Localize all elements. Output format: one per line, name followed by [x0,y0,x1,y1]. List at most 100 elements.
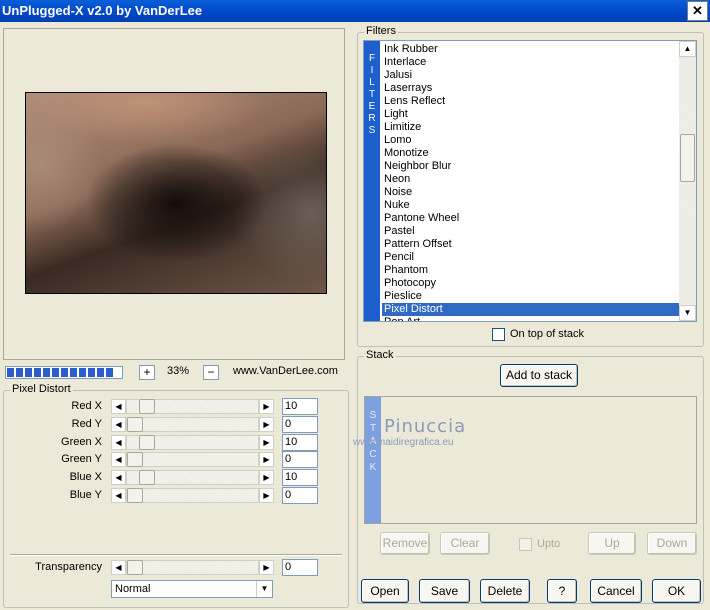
close-button[interactable]: ✕ [687,1,708,21]
filter-list-item[interactable]: Interlace [382,56,679,69]
preview-image[interactable] [25,92,327,294]
red-x-right-arrow-icon[interactable]: ▶ [259,399,274,414]
filter-list-item[interactable]: Neighbor Blur [382,160,679,173]
filter-list-item[interactable]: Pop Art [382,316,679,321]
cancel-button[interactable]: Cancel [590,579,642,603]
zoom-in-button[interactable]: + [139,365,155,380]
blue-x-thumb[interactable] [139,470,155,486]
green-y-left-arrow-icon[interactable]: ◀ [111,452,126,468]
red-x-left-arrow-icon[interactable]: ◀ [111,399,126,414]
watermark-url: www.maidiregrafica.eu [353,437,454,448]
strip-letter: C [369,449,377,460]
open-button[interactable]: Open [361,579,409,603]
progress-segment [97,368,104,377]
down-button[interactable]: Down [647,532,697,555]
blue-y-input[interactable]: 0 [282,487,318,504]
filter-list-item[interactable]: Lens Reflect [382,95,679,108]
filter-list-item[interactable]: Lomo [382,134,679,147]
filter-list-item[interactable]: Neon [382,173,679,186]
red-y-input[interactable]: 0 [282,415,318,433]
blue-x-input[interactable]: 10 [282,469,318,487]
transparency-thumb[interactable] [127,560,143,575]
filters-strip: FILTERS [364,41,380,321]
upto-checkbox[interactable] [519,538,532,551]
strip-letter: I [370,65,374,76]
filter-list-item[interactable]: Pieslice [382,290,679,303]
filter-list-item[interactable]: Photocopy [382,277,679,290]
scroll-thumb[interactable] [680,134,695,182]
red-x-track[interactable] [126,399,259,414]
green-x-input[interactable]: 10 [282,433,318,451]
up-button[interactable]: Up [588,532,636,555]
blue-y-right-arrow-icon[interactable]: ▶ [259,488,274,503]
filter-list-item[interactable]: Pastel [382,225,679,238]
blue-x-left-arrow-icon[interactable]: ◀ [111,470,126,486]
filter-list-item[interactable]: Phantom [382,264,679,277]
filter-list-item[interactable]: Pixel Distort [382,303,679,316]
filter-list-item[interactable]: Jalusi [382,69,679,82]
blend-mode-select[interactable]: Normal ▼ [111,580,273,598]
filter-list-item[interactable]: Laserrays [382,82,679,95]
red-x-input[interactable]: 10 [282,398,318,415]
red-x-thumb[interactable] [139,399,155,414]
filters-scrollbar[interactable]: ▲ ▼ [679,41,696,321]
green-x-left-arrow-icon[interactable]: ◀ [111,434,126,450]
strip-letter: T [368,89,376,100]
green-x-label: Green X [61,435,102,448]
progress-segment [61,368,68,377]
green-y-right-arrow-icon[interactable]: ▶ [259,452,274,468]
strip-letter: L [369,77,375,88]
preview-panel [3,28,345,360]
add-to-stack-button[interactable]: Add to stack [500,364,578,387]
chevron-down-icon[interactable]: ▼ [256,581,272,597]
green-y-label: Green Y [61,453,102,466]
ok-button[interactable]: OK [652,579,701,603]
delete-button[interactable]: Delete [480,579,530,603]
red-y-track[interactable] [126,416,259,432]
progress-bar [5,366,123,379]
save-button[interactable]: Save [419,579,470,603]
scroll-up-icon[interactable]: ▲ [679,41,696,57]
green-y-input[interactable]: 0 [282,451,318,469]
filter-list-item[interactable]: Monotize [382,147,679,160]
website-label[interactable]: www.VanDerLee.com [233,365,338,377]
transparency-input[interactable]: 0 [282,559,318,576]
on-top-checkbox[interactable] [492,328,505,341]
filter-list-item[interactable]: Ink Rubber [382,43,679,56]
clear-button[interactable]: Clear [440,532,490,555]
green-x-track[interactable] [126,434,259,450]
filter-list-item[interactable]: Pattern Offset [382,238,679,251]
remove-button[interactable]: Remove [380,532,430,555]
green-x-thumb[interactable] [139,434,155,450]
transparency-right-arrow-icon[interactable]: ▶ [259,560,274,575]
blue-y-left-arrow-icon[interactable]: ◀ [111,488,126,503]
filter-list-item[interactable]: Noise [382,186,679,199]
red-y-thumb[interactable] [127,416,143,432]
progress-segment [16,368,23,377]
blue-x-track[interactable] [126,470,259,486]
green-y-thumb[interactable] [127,452,143,468]
strip-letter: S [369,410,377,421]
stack-title: Stack [364,349,396,361]
zoom-out-button[interactable]: − [203,365,219,380]
help-button[interactable]: ? [547,579,577,603]
red-y-left-arrow-icon[interactable]: ◀ [111,416,126,432]
filter-list-item[interactable]: Pantone Wheel [382,212,679,225]
strip-letter: E [368,101,376,112]
filters-list[interactable]: FILTERS Ink Rubber Interlace Jalusi Laserra… [363,40,697,322]
transparency-track[interactable] [126,560,259,575]
blue-y-track[interactable] [126,488,259,503]
red-y-right-arrow-icon[interactable]: ▶ [259,416,274,432]
blue-x-right-arrow-icon[interactable]: ▶ [259,470,274,486]
scroll-down-icon[interactable]: ▼ [679,305,696,321]
blue-y-label: Blue Y [69,489,102,501]
filter-list-item[interactable]: Light [382,108,679,121]
filter-list-item[interactable]: Nuke [382,199,679,212]
green-y-track[interactable] [126,452,259,468]
transparency-left-arrow-icon[interactable]: ◀ [111,560,126,575]
green-x-right-arrow-icon[interactable]: ▶ [259,434,274,450]
filter-list-item[interactable]: Pencil [382,251,679,264]
filter-list-item[interactable]: Limitize [382,121,679,134]
transparency-label: Transparency [35,561,102,573]
blue-y-thumb[interactable] [127,488,143,503]
